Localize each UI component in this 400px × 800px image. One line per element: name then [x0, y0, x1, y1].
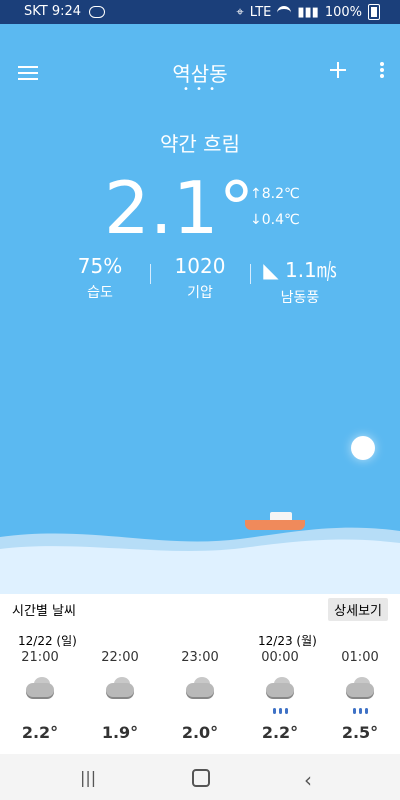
- stat-divider: [149, 264, 151, 284]
- status-bar: SKT 9:24 ⌖ LTE ▮▮▮ 100%: [0, 0, 400, 24]
- hour-time: 21:00: [21, 650, 59, 665]
- low-temperature: ↓0.4℃: [250, 212, 300, 228]
- high-temperature: ↑8.2℃: [250, 186, 300, 202]
- page-indicator: • • •: [182, 84, 218, 95]
- humidity-label: 습도: [87, 285, 113, 301]
- battery-icon: [368, 4, 380, 20]
- weather-app: 역삼동 • • • 약간 흐림 2.1° ↑8.2℃ ↓0.4℃ 75% 습도 …: [0, 24, 400, 619]
- rain-cloud-icon: [342, 677, 378, 714]
- hour-item: 01:00 2.5°: [330, 650, 390, 742]
- wifi-icon: [277, 5, 292, 19]
- location-icon: ⌖: [236, 4, 244, 20]
- hour-time: 00:00: [261, 650, 299, 665]
- back-icon[interactable]: ‹: [304, 768, 324, 792]
- hour-item: 21:00 2.2°: [10, 650, 70, 742]
- boat-illustration: [245, 512, 305, 530]
- humidity-stat: 75% 습도: [60, 254, 140, 302]
- battery-percent: 100%: [324, 4, 362, 20]
- hour-temp: 1.9°: [101, 723, 139, 742]
- rain-cloud-icon: [262, 677, 298, 714]
- hourly-forecast: 시간별 날씨 상세보기 12/22 (일) 12/23 (월) 21:00 2.…: [0, 594, 400, 754]
- cloud-icon: [22, 677, 58, 703]
- cloud-icon: [102, 677, 138, 703]
- status-right: ⌖ LTE ▮▮▮ 100%: [236, 4, 380, 20]
- signal-icon: ▮▮▮: [297, 4, 319, 20]
- wind-label: 남동풍: [280, 290, 320, 306]
- add-location-icon[interactable]: [330, 62, 346, 78]
- humidity-value: 75%: [77, 254, 123, 278]
- weather-condition: 약간 흐림: [160, 132, 240, 156]
- hourly-header: 시간별 날씨: [12, 604, 76, 619]
- hour-temp: 2.2°: [21, 723, 59, 742]
- wind-speed: 1.1㎧: [284, 258, 337, 282]
- hour-time: 22:00: [101, 650, 139, 665]
- current-temperature: 2.1°: [104, 166, 255, 250]
- more-options-icon[interactable]: [380, 62, 384, 80]
- hour-temp: 2.0°: [181, 723, 219, 742]
- hour-temp: 2.2°: [261, 723, 299, 742]
- high-low-temperatures: ↑8.2℃ ↓0.4℃: [250, 186, 300, 238]
- recent-apps-icon[interactable]: [80, 768, 100, 786]
- hour-item: 23:00 2.0°: [170, 650, 230, 742]
- wind-direction-icon: ◣: [263, 258, 279, 282]
- hour-time: 23:00: [181, 650, 219, 665]
- hour-temp: 2.5°: [341, 723, 379, 742]
- carrier-time: SKT 9:24: [24, 4, 82, 19]
- hour-item: 22:00 1.9°: [90, 650, 150, 742]
- hour-time: 01:00: [341, 650, 379, 665]
- volte-icon: LTE: [249, 4, 272, 20]
- home-icon[interactable]: [192, 769, 210, 787]
- sun-icon: [351, 436, 375, 460]
- cloud-icon: [182, 677, 218, 703]
- date-label: 12/23 (월): [258, 634, 317, 648]
- weather-stats: 75% 습도 1020 기압 ◣ 1.1㎧ 남동풍: [60, 254, 340, 307]
- date-label: 12/22 (일): [18, 634, 77, 648]
- system-nav-bar: ‹: [0, 754, 400, 800]
- pressure-value: 1020: [174, 254, 226, 278]
- wind-value: ◣ 1.1㎧: [260, 254, 340, 283]
- detail-button[interactable]: 상세보기: [328, 598, 388, 621]
- pressure-label: 기압: [187, 285, 213, 301]
- top-toolbar: 역삼동 • • •: [0, 24, 400, 120]
- wind-stat: ◣ 1.1㎧ 남동풍: [260, 254, 340, 307]
- stat-divider: [249, 264, 251, 284]
- hour-item: 00:00 2.2°: [250, 650, 310, 742]
- status-left: SKT 9:24: [24, 4, 106, 19]
- pressure-stat: 1020 기압: [160, 254, 240, 302]
- chat-icon: [89, 5, 106, 18]
